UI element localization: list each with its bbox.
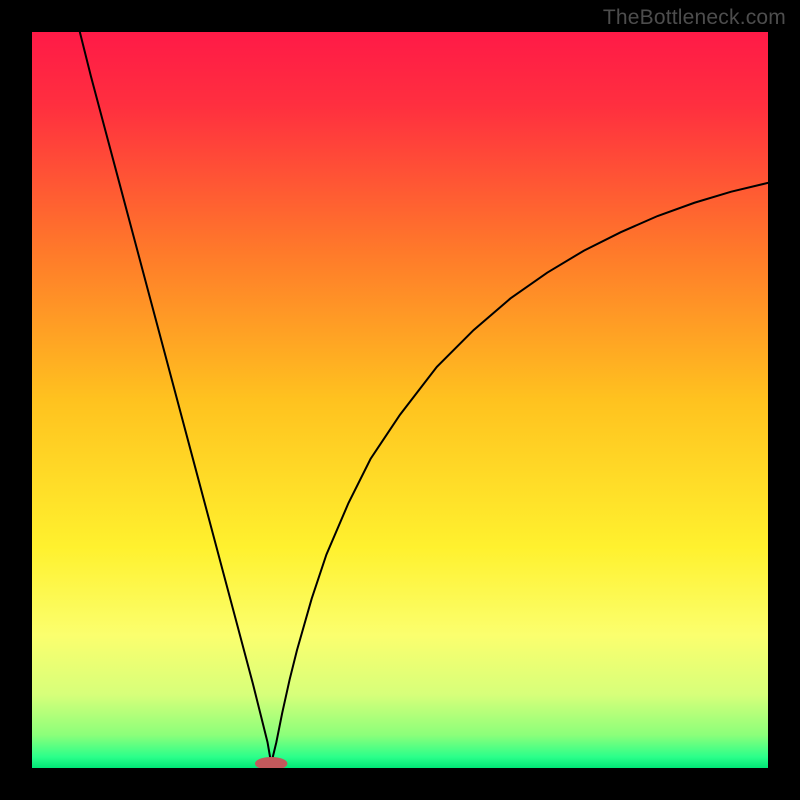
- chart-svg: [32, 32, 768, 768]
- plot-area: [32, 32, 768, 768]
- chart-container: TheBottleneck.com: [0, 0, 800, 800]
- watermark-text: TheBottleneck.com: [603, 6, 786, 30]
- gradient-background: [32, 32, 768, 768]
